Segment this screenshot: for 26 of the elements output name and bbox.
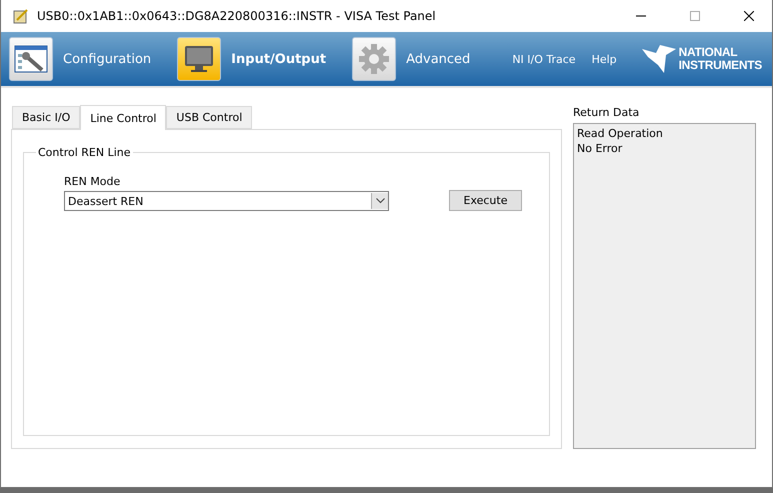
tab[interactable]: Basic I/O (12, 106, 80, 129)
app-icon (13, 8, 29, 24)
toolbar-button[interactable]: Configuration (9, 37, 152, 81)
field-label: REN Mode (64, 175, 122, 188)
return-data-label: Return Data (573, 106, 640, 121)
tab[interactable]: USB Control (166, 106, 252, 129)
logo-text: INSTRUMENTS (678, 59, 762, 72)
caret-icon (376, 198, 384, 204)
toolbar-button[interactable]: Input/Output (177, 37, 326, 81)
tab[interactable]: Line Control (80, 105, 166, 130)
toolbar-link[interactable]: Help (592, 52, 617, 66)
toolbar-button[interactable]: Advanced (352, 37, 470, 81)
window-title: USB0::0x1AB1::0x0643::DG8A220800316::INSTR - VISA Test Panel (37, 9, 437, 23)
execute-button[interactable]: Execute (449, 190, 522, 211)
return-data-line: No Error (577, 141, 624, 156)
gear-icon (358, 43, 390, 75)
logo-text: NATIONAL (678, 46, 738, 59)
maximize-icon (690, 11, 700, 21)
group-title: Control REN Line (37, 146, 132, 159)
ren-mode-dropdown[interactable]: Deassert REN (64, 191, 389, 211)
return-data-line: Read Operation (577, 126, 664, 141)
eagle-logo-icon (642, 43, 676, 75)
window-wrench-icon (14, 44, 48, 74)
close-icon (744, 11, 754, 21)
toolbar-link[interactable]: NI I/O Trace (512, 52, 576, 66)
monitor-icon (183, 44, 216, 74)
